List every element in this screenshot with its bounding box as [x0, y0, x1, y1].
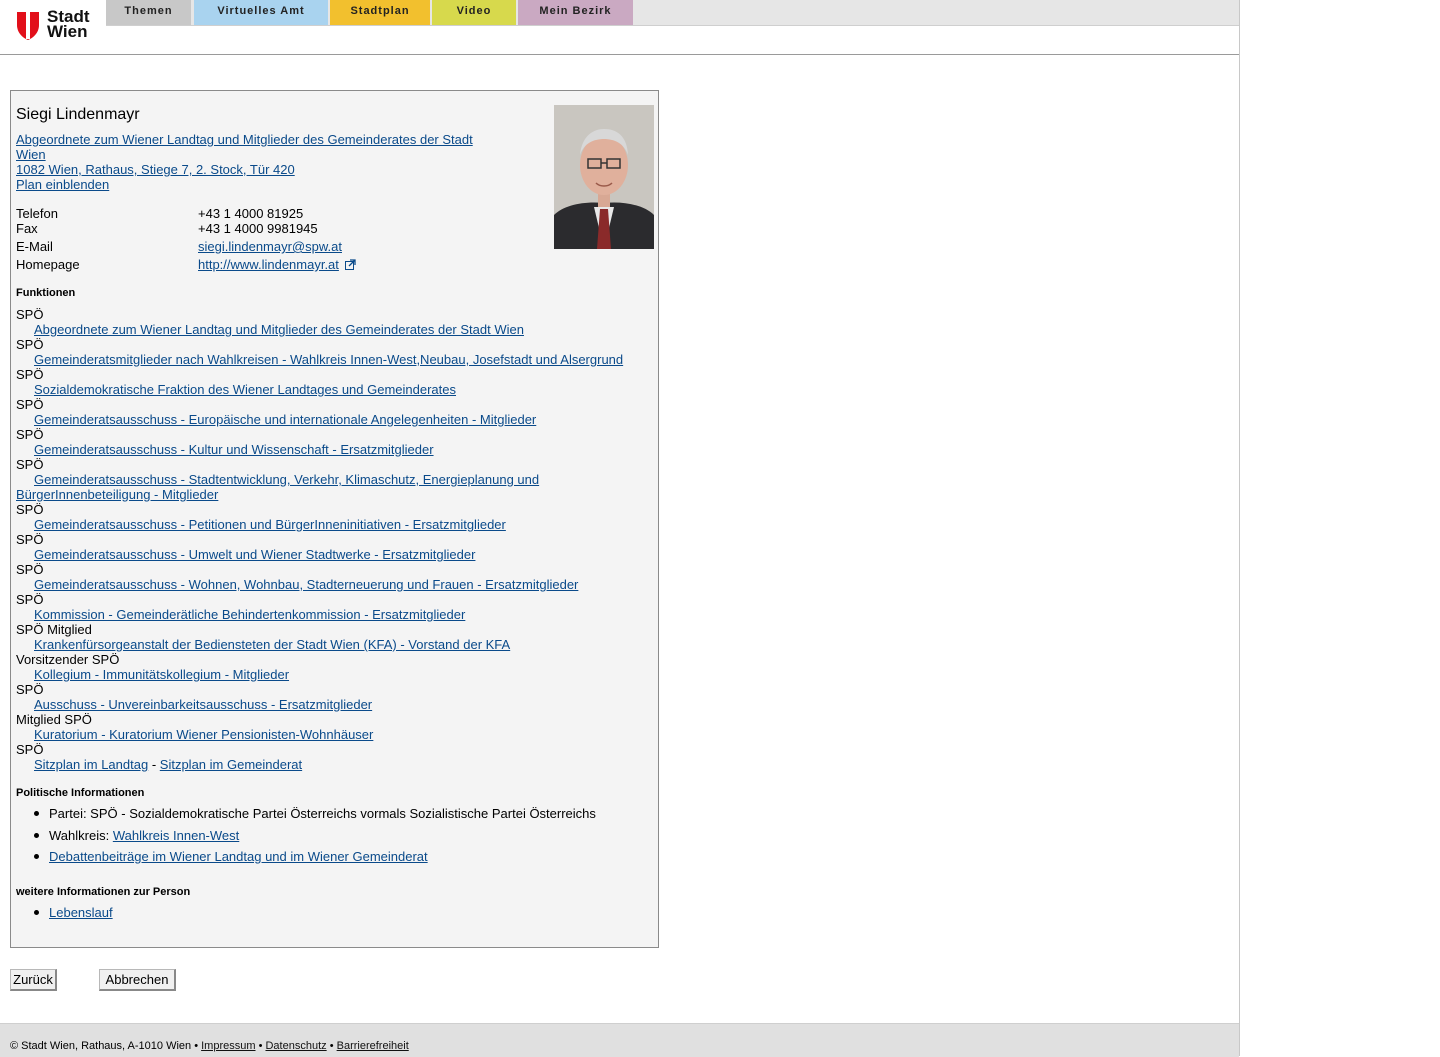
- stadt-wien-logo[interactable]: Stadt Wien: [16, 7, 96, 43]
- plan-link[interactable]: Plan einblenden: [16, 177, 109, 192]
- debates-link[interactable]: Debattenbeiträge im Wiener Landtag und i…: [49, 849, 428, 864]
- district-label: Wahlkreis:: [49, 828, 110, 843]
- function-role: SPÖ: [16, 427, 44, 442]
- email-link[interactable]: siegi.lindenmayr@spw.at: [198, 239, 342, 254]
- email-label: E-Mail: [16, 239, 53, 254]
- header: Stadt Wien Themen Virtuelles Amt Stadtpl…: [0, 0, 1239, 55]
- district-row: Wahlkreis: Wahlkreis Innen-West: [49, 828, 239, 843]
- party-info: Partei: SPÖ - Sozialdemokratische Partei…: [49, 806, 596, 821]
- function-link[interactable]: Kuratorium - Kuratorium Wiener Pensionis…: [34, 727, 373, 742]
- logo-text: Stadt Wien: [47, 7, 90, 41]
- person-name: Siegi Lindenmayr: [16, 106, 140, 123]
- person-card: Siegi Lindenmayr Abgeordnete zum Wiener …: [10, 90, 659, 948]
- list-bullet: [34, 910, 39, 915]
- back-button[interactable]: Zurück: [10, 969, 57, 991]
- seating-plan-row: Sitzplan im Landtag - Sitzplan im Gemein…: [34, 757, 302, 772]
- phone-label: Telefon: [16, 206, 58, 221]
- nav-tab-virtuelles-amt[interactable]: Virtuelles Amt: [194, 0, 328, 25]
- functions-heading: Funktionen: [16, 287, 76, 299]
- seating-plan-gemeinderat-link[interactable]: Sitzplan im Gemeinderat: [160, 757, 302, 772]
- function-role: SPÖ: [16, 592, 44, 607]
- list-bullet: [34, 811, 39, 816]
- list-bullet: [34, 854, 39, 859]
- function-link[interactable]: Gemeinderatsausschuss - Europäische und …: [34, 412, 536, 427]
- function-role: SPÖ Mitglied: [16, 622, 92, 637]
- function-link[interactable]: Kommission - Gemeinderätliche Behinderte…: [34, 607, 465, 622]
- function-role: SPÖ: [16, 397, 44, 412]
- page: Stadt Wien Themen Virtuelles Amt Stadtpl…: [0, 0, 1240, 1057]
- function-role: SPÖ: [16, 367, 44, 382]
- fax-label: Fax: [16, 221, 38, 236]
- function-link[interactable]: Abgeordnete zum Wiener Landtag und Mitgl…: [34, 322, 524, 337]
- phone-value: +43 1 4000 81925: [198, 206, 304, 221]
- function-role: SPÖ: [16, 742, 44, 757]
- function-role: Mitglied SPÖ: [16, 712, 92, 727]
- function-link[interactable]: Gemeinderatsausschuss - Wohnen, Wohnbau,…: [34, 577, 578, 592]
- function-link[interactable]: Gemeinderatsausschuss - Kultur und Wisse…: [34, 442, 434, 457]
- homepage-label: Homepage: [16, 257, 80, 272]
- function-role: SPÖ: [16, 307, 44, 322]
- function-role: SPÖ: [16, 337, 44, 352]
- function-link[interactable]: Gemeinderatsausschuss - Stadtentwicklung…: [34, 472, 539, 487]
- homepage-row: http://www.lindenmayr.at: [198, 257, 356, 272]
- function-link[interactable]: Ausschuss - Unvereinbarkeitsausschuss - …: [34, 697, 372, 712]
- function-link[interactable]: BürgerInnenbeteiligung - Mitglieder: [16, 487, 218, 502]
- nav-tab-stadtplan[interactable]: Stadtplan: [330, 0, 430, 25]
- nav-tab-mein-bezirk[interactable]: Mein Bezirk: [518, 0, 633, 25]
- list-bullet: [34, 833, 39, 838]
- nav-tab-video[interactable]: Video: [432, 0, 516, 25]
- nav-tab-themen[interactable]: Themen: [106, 0, 191, 25]
- cancel-button[interactable]: Abbrechen: [99, 969, 176, 991]
- function-role: SPÖ: [16, 457, 44, 472]
- person-photo: [554, 105, 654, 249]
- district-link[interactable]: Wahlkreis Innen-West: [113, 828, 239, 843]
- political-heading: Politische Informationen: [16, 787, 145, 799]
- function-link[interactable]: Gemeinderatsausschuss - Petitionen und B…: [34, 517, 506, 532]
- vienna-shield-icon: [17, 12, 39, 40]
- function-link[interactable]: Gemeinderatsmitglieder nach Wahlkreisen …: [34, 352, 623, 367]
- function-role: SPÖ: [16, 562, 44, 577]
- privacy-link[interactable]: Datenschutz: [265, 1040, 326, 1052]
- function-link[interactable]: Kollegium - Immunitätskollegium - Mitgli…: [34, 667, 289, 682]
- footer: © Stadt Wien, Rathaus, A-1010 Wien • Imp…: [0, 1023, 1239, 1057]
- cv-link[interactable]: Lebenslauf: [49, 905, 113, 920]
- external-link-icon: [344, 259, 356, 270]
- function-link[interactable]: Gemeinderatsausschuss - Umwelt und Wiene…: [34, 547, 475, 562]
- function-link[interactable]: Sozialdemokratische Fraktion des Wiener …: [34, 382, 456, 397]
- main-navigation: Themen Virtuelles Amt Stadtplan Video Me…: [106, 0, 1239, 26]
- role-link-line1[interactable]: Abgeordnete zum Wiener Landtag und Mitgl…: [16, 132, 473, 147]
- address-link[interactable]: 1082 Wien, Rathaus, Stiege 7, 2. Stock, …: [16, 162, 295, 177]
- function-role: SPÖ: [16, 502, 44, 517]
- footer-text: © Stadt Wien, Rathaus, A-1010 Wien • Imp…: [10, 1040, 409, 1052]
- seating-plan-landtag-link[interactable]: Sitzplan im Landtag: [34, 757, 148, 772]
- imprint-link[interactable]: Impressum: [201, 1040, 255, 1052]
- function-role: SPÖ: [16, 532, 44, 547]
- role-link-line2[interactable]: Wien: [16, 147, 46, 162]
- more-info-heading: weitere Informationen zur Person: [16, 886, 191, 898]
- function-link[interactable]: Krankenfürsorgeanstalt der Bediensteten …: [34, 637, 510, 652]
- accessibility-link[interactable]: Barrierefreiheit: [337, 1040, 409, 1052]
- seating-plan-separator: -: [151, 757, 157, 772]
- copyright-text: © Stadt Wien, Rathaus, A-1010 Wien: [10, 1040, 192, 1052]
- fax-value: +43 1 4000 9981945: [198, 221, 318, 236]
- function-role: SPÖ: [16, 682, 44, 697]
- function-role: Vorsitzender SPÖ: [16, 652, 120, 667]
- homepage-link[interactable]: http://www.lindenmayr.at: [198, 257, 339, 272]
